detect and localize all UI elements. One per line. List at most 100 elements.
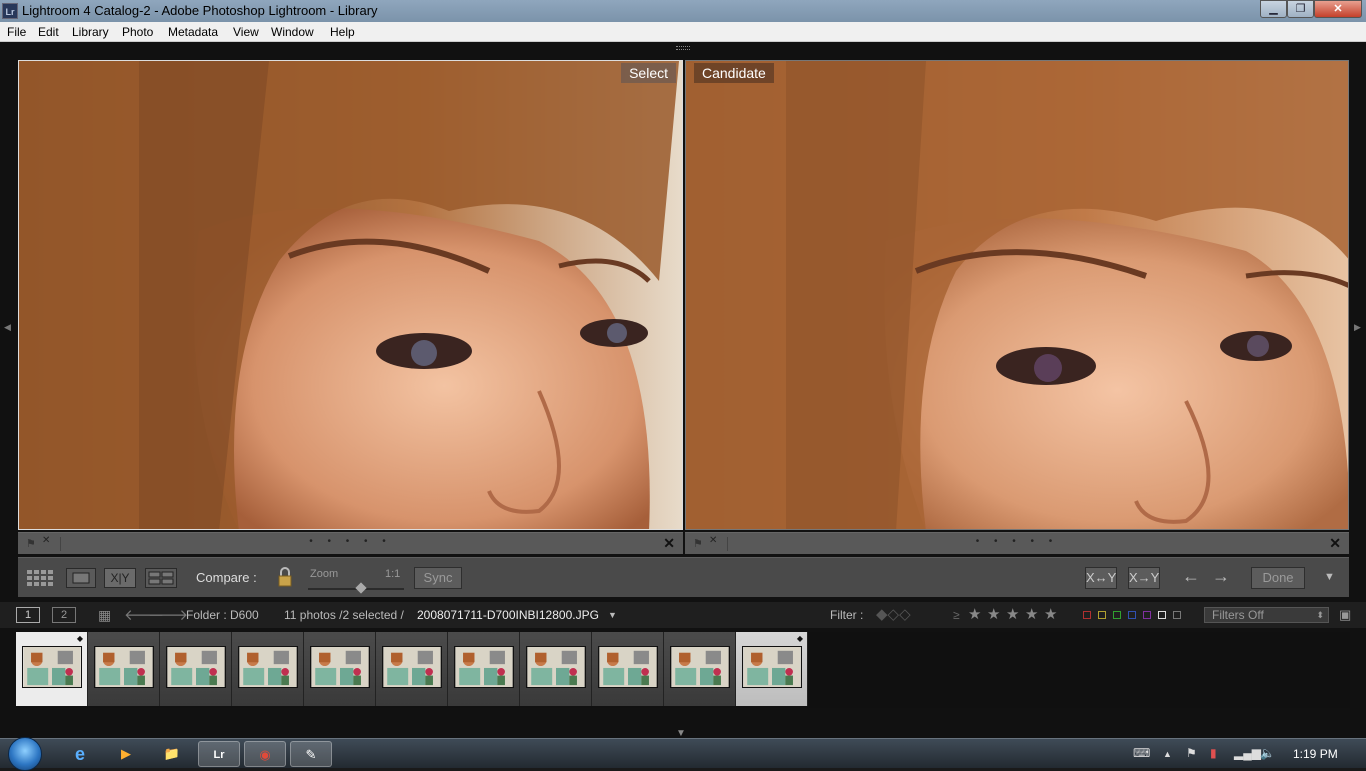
star-filter-3[interactable]: ★ [1006, 605, 1019, 623]
current-filename[interactable]: 2008071711-D700INBI12800.JPG [417, 608, 599, 622]
zoom-slider-handle[interactable] [355, 582, 367, 594]
filmstrip-thumbnail[interactable] [664, 632, 736, 706]
network-signal-icon[interactable]: ▂▄▆ [1234, 746, 1261, 760]
thumbnail-image [526, 646, 586, 688]
flag-icon[interactable]: ⚑ [693, 537, 703, 550]
menu-metadata[interactable]: Metadata [168, 25, 218, 39]
grid-view-icon[interactable] [26, 568, 56, 588]
toolbar-options-chevron-down-icon[interactable]: ▼ [1324, 571, 1335, 583]
filmstrip-thumbnail[interactable] [160, 632, 232, 706]
secondary-window-button[interactable]: 2 [52, 607, 76, 623]
compare-toolbar: X|Y Compare : Zoom 1:1 Sync X↔Y X→Y ← → … [18, 557, 1349, 597]
rating-gte-label[interactable]: ≥ [953, 608, 960, 622]
compare-view-icon[interactable]: X|Y [104, 568, 136, 588]
filmstrip-thumbnail[interactable] [592, 632, 664, 706]
loupe-view-icon[interactable] [66, 568, 96, 588]
filmstrip-thumbnail[interactable] [448, 632, 520, 706]
previous-photo-arrow-icon[interactable]: ← [1182, 566, 1200, 587]
thumbnail-image [742, 646, 802, 688]
filmstrip-thumbnail[interactable] [304, 632, 376, 706]
media-player-icon[interactable]: ▶ [106, 741, 146, 767]
candidate-info-bar: ⚑ ✕ • • • • • ✕ [685, 532, 1349, 554]
flag-filter-icon[interactable]: ◆◇◇ [876, 605, 911, 623]
menu-photo[interactable]: Photo [122, 25, 153, 39]
color-filter-yellow[interactable] [1098, 611, 1106, 619]
color-filter-none[interactable] [1173, 611, 1181, 619]
filmstrip-thumbnail[interactable]: ◆ [16, 632, 88, 706]
start-button[interactable] [8, 737, 42, 771]
top-panel-toggle[interactable] [676, 46, 690, 50]
thumbnail-image [22, 646, 82, 688]
swap-button[interactable]: X↔Y [1085, 567, 1117, 589]
grid-icon[interactable]: ▦ [98, 607, 111, 624]
filmstrip-thumbnail[interactable] [520, 632, 592, 706]
thumbnail-image [454, 646, 514, 688]
volume-icon[interactable]: 🔈 [1260, 746, 1275, 760]
filters-dropdown-chevron-icon: ⬍ [1316, 610, 1324, 620]
star-filter-4[interactable]: ★ [1025, 605, 1038, 623]
remove-candidate-button[interactable]: ✕ [1329, 535, 1341, 552]
color-filter-custom[interactable] [1158, 611, 1166, 619]
filmstrip-thumbnail[interactable] [88, 632, 160, 706]
right-panel-toggle[interactable]: ▶ [1354, 322, 1361, 333]
close-window-button[interactable]: ✕ [1314, 0, 1362, 18]
file-explorer-icon[interactable]: 📁 [152, 741, 192, 767]
star-filter-1[interactable]: ★ [968, 605, 981, 623]
folder-source-label[interactable]: Folder : D600 [186, 608, 259, 622]
thumbnail-image [670, 646, 730, 688]
paint-icon[interactable]: ✎ [290, 741, 332, 767]
system-clock[interactable]: 1:19 PM [1293, 747, 1338, 761]
flag-icon[interactable]: ⚑ [26, 537, 36, 550]
star-filter-5[interactable]: ★ [1044, 605, 1057, 623]
menu-file[interactable]: File [7, 25, 26, 39]
sync-button[interactable]: Sync [414, 567, 462, 589]
color-filter-purple[interactable] [1143, 611, 1151, 619]
done-button[interactable]: Done [1251, 567, 1305, 589]
filmstrip-thumbnail[interactable] [376, 632, 448, 706]
color-filter-blue[interactable] [1128, 611, 1136, 619]
select-photo-view[interactable]: Select [18, 60, 683, 530]
lightroom-taskbar-icon[interactable]: Lr [198, 741, 240, 767]
show-hidden-icons-icon[interactable]: ▲ [1163, 749, 1172, 759]
make-select-button[interactable]: X→Y [1128, 567, 1160, 589]
window-titlebar: Lr Lightroom 4 Catalog-2 - Adobe Photosh… [0, 0, 1366, 22]
maximize-button[interactable]: ❐ [1287, 0, 1314, 18]
menu-view[interactable]: View [233, 25, 259, 39]
menu-help[interactable]: Help [330, 25, 355, 39]
survey-view-icon[interactable] [145, 568, 177, 588]
forward-arrow-icon[interactable]: 🡒 [148, 605, 188, 624]
lock-icon[interactable] [277, 566, 293, 588]
thumbnail-marker-icon: ◆ [796, 634, 803, 643]
thumbnail-image [382, 646, 442, 688]
chrome-icon[interactable]: ◉ [244, 741, 286, 767]
color-filter-green[interactable] [1113, 611, 1121, 619]
menu-window[interactable]: Window [271, 25, 314, 39]
filmstrip-thumbnail[interactable] [232, 632, 304, 706]
minimize-button[interactable]: ▁ [1260, 0, 1287, 18]
filename-dropdown-chevron-down-icon[interactable]: ▼ [608, 610, 617, 620]
zoom-slider[interactable] [308, 582, 404, 594]
main-window-button[interactable]: 1 [16, 607, 40, 623]
star-filter-2[interactable]: ★ [987, 605, 1000, 623]
candidate-photo-view[interactable]: Candidate [685, 60, 1349, 530]
filters-dropdown[interactable]: Filters Off ⬍ [1204, 607, 1329, 623]
reject-flag-icon[interactable]: ✕ [709, 535, 717, 546]
keyboard-icon[interactable]: ⌨ [1133, 746, 1150, 760]
reject-flag-icon[interactable]: ✕ [42, 535, 50, 546]
zoom-label: Zoom [310, 568, 339, 580]
rating-dots[interactable]: • • • • • [309, 536, 392, 547]
remove-select-button[interactable]: ✕ [663, 535, 675, 552]
left-panel-toggle[interactable]: ◀ [4, 322, 11, 333]
internet-explorer-icon[interactable]: e [60, 741, 100, 767]
next-photo-arrow-icon[interactable]: → [1212, 566, 1230, 587]
menu-library[interactable]: Library [72, 25, 109, 39]
power-icon[interactable]: ▮ [1210, 746, 1217, 760]
rating-dots[interactable]: • • • • • [976, 536, 1059, 547]
filters-dropdown-value: Filters Off [1212, 608, 1264, 622]
select-photo [19, 61, 682, 529]
action-center-flag-icon[interactable]: ⚑ [1186, 746, 1197, 760]
filmstrip-thumbnail[interactable]: ◆ [736, 632, 808, 706]
filter-lock-icon[interactable]: ▣ [1339, 607, 1351, 623]
menu-edit[interactable]: Edit [38, 25, 59, 39]
color-filter-red[interactable] [1083, 611, 1091, 619]
